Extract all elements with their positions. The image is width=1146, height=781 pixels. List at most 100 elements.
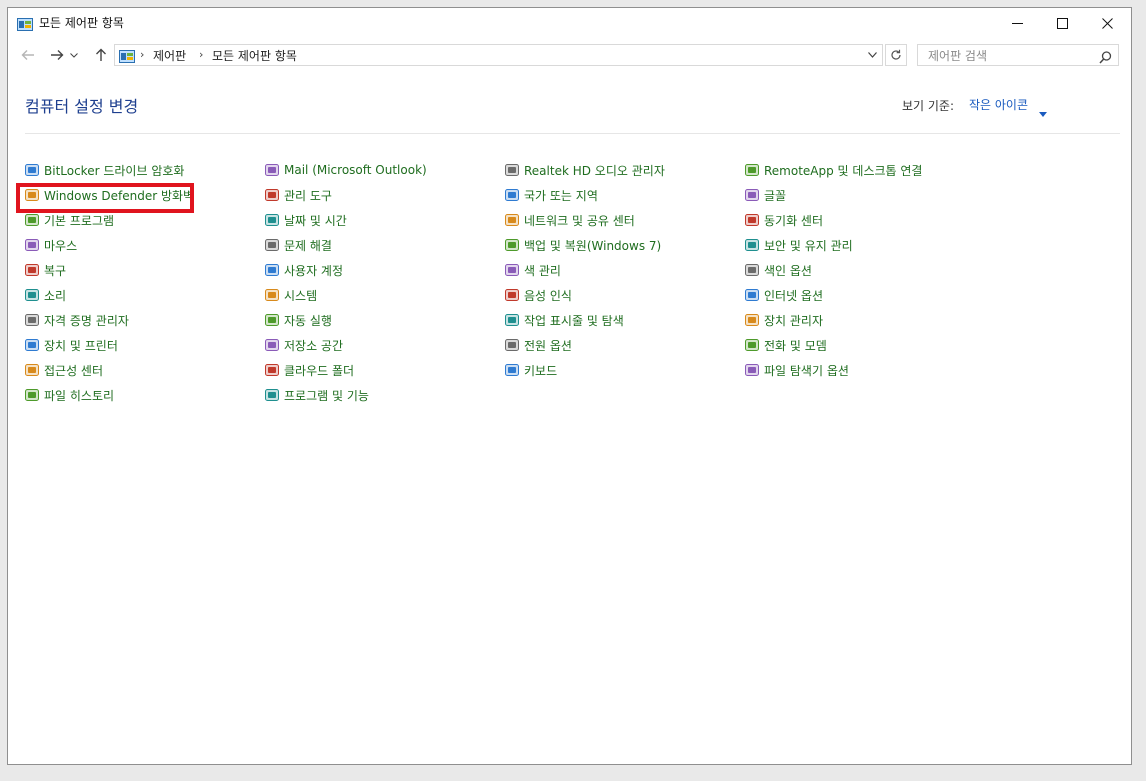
cp-item-network-sharing[interactable]: 네트워크 및 공유 센터 — [504, 210, 635, 230]
cp-item-label[interactable]: 장치 및 프린터 — [44, 337, 118, 354]
cp-item-label[interactable]: 날짜 및 시간 — [284, 212, 347, 229]
maximize-button[interactable] — [1040, 8, 1085, 38]
breadcrumb-all-items[interactable]: 모든 제어판 항목 — [212, 47, 297, 64]
cp-item-keyboard[interactable]: 키보드 — [504, 360, 557, 380]
cp-item-sound[interactable]: 소리 — [24, 285, 66, 305]
cp-item-label[interactable]: 네트워크 및 공유 센터 — [524, 212, 635, 229]
cp-item-backup-restore[interactable]: 백업 및 복원(Windows 7) — [504, 235, 661, 255]
cp-item-label[interactable]: 전원 옵션 — [524, 337, 572, 354]
search-placeholder[interactable]: 제어판 검색 — [928, 47, 987, 64]
control-panel-icon — [17, 16, 33, 31]
cp-item-region[interactable]: 국가 또는 지역 — [504, 185, 598, 205]
cp-item-autoplay[interactable]: 자동 실행 — [264, 310, 332, 330]
cp-item-label[interactable]: 작업 표시줄 및 탐색 — [524, 312, 624, 329]
cp-item-label[interactable]: 마우스 — [44, 237, 77, 254]
cp-item-label[interactable]: RemoteApp 및 데스크톱 연결 — [764, 162, 922, 179]
cp-item-realtek-audio[interactable]: Realtek HD 오디오 관리자 — [504, 160, 665, 180]
cp-item-label[interactable]: 자격 증명 관리자 — [44, 312, 129, 329]
breadcrumb-separator-icon[interactable]: › — [199, 48, 203, 61]
up-button[interactable] — [91, 45, 111, 65]
cp-item-user-accounts[interactable]: 사용자 계정 — [264, 260, 343, 280]
cp-item-phone-modem[interactable]: 전화 및 모뎀 — [744, 335, 827, 355]
cp-item-bitlocker[interactable]: BitLocker 드라이브 암호화 — [24, 160, 184, 180]
cp-item-security-maintenance[interactable]: 보안 및 유지 관리 — [744, 235, 853, 255]
minimize-button[interactable] — [995, 8, 1040, 38]
cp-item-label[interactable]: 동기화 센터 — [764, 212, 823, 229]
cp-item-indexing-options[interactable]: 색인 옵션 — [744, 260, 812, 280]
cp-item-remoteapp[interactable]: RemoteApp 및 데스크톱 연결 — [744, 160, 922, 180]
cp-item-label[interactable]: 저장소 공간 — [284, 337, 343, 354]
breadcrumb-separator-icon[interactable]: › — [140, 48, 144, 61]
cp-item-label[interactable]: 관리 도구 — [284, 187, 332, 204]
cp-item-label[interactable]: 소리 — [44, 287, 66, 304]
search-icon[interactable] — [1099, 49, 1112, 68]
cp-item-label[interactable]: 프로그램 및 기능 — [284, 387, 369, 404]
keyboard-icon — [504, 362, 520, 378]
cp-item-label[interactable]: 글꼴 — [764, 187, 786, 204]
cp-item-date-time[interactable]: 날짜 및 시간 — [264, 210, 347, 230]
cp-item-admin-tools[interactable]: 관리 도구 — [264, 185, 332, 205]
cp-item-internet-options[interactable]: 인터넷 옵션 — [744, 285, 823, 305]
cp-item-label[interactable]: 키보드 — [524, 362, 557, 379]
cp-item-label[interactable]: 보안 및 유지 관리 — [764, 237, 853, 254]
window-title: 모든 제어판 항목 — [39, 16, 124, 30]
recent-locations-button[interactable] — [68, 45, 80, 65]
cp-item-label[interactable]: 접근성 센터 — [44, 362, 103, 379]
cp-item-file-history[interactable]: 파일 히스토리 — [24, 385, 114, 405]
cp-item-label[interactable]: 파일 히스토리 — [44, 387, 114, 404]
cp-item-taskbar-navigation[interactable]: 작업 표시줄 및 탐색 — [504, 310, 624, 330]
cp-item-work-folders[interactable]: 클라우드 폴더 — [264, 360, 354, 380]
cp-item-label[interactable]: Mail (Microsoft Outlook) — [284, 163, 427, 177]
cp-item-label[interactable]: BitLocker 드라이브 암호화 — [44, 162, 184, 179]
refresh-button[interactable] — [885, 44, 907, 66]
cp-item-ease-of-access[interactable]: 접근성 센터 — [24, 360, 103, 380]
credential-manager-icon — [24, 312, 40, 328]
cp-item-label[interactable]: 복구 — [44, 262, 66, 279]
cp-item-system[interactable]: 시스템 — [264, 285, 317, 305]
cp-item-file-explorer-options[interactable]: 파일 탐색기 옵션 — [744, 360, 849, 380]
cp-item-label[interactable]: 백업 및 복원(Windows 7) — [524, 237, 661, 254]
cp-item-label[interactable]: 음성 인식 — [524, 287, 572, 304]
back-button[interactable] — [18, 45, 38, 65]
file-explorer-options-icon — [744, 362, 760, 378]
cp-item-troubleshooting[interactable]: 문제 해결 — [264, 235, 332, 255]
cp-item-credential-manager[interactable]: 자격 증명 관리자 — [24, 310, 129, 330]
cp-item-label[interactable]: 색인 옵션 — [764, 262, 812, 279]
cp-item-label[interactable]: 사용자 계정 — [284, 262, 343, 279]
address-bar[interactable]: › 제어판 › 모든 제어판 항목 — [114, 44, 883, 66]
view-by-dropdown[interactable]: 작은 아이콘 — [969, 96, 1028, 113]
cp-item-recovery[interactable]: 복구 — [24, 260, 66, 280]
cp-item-speech-recognition[interactable]: 음성 인식 — [504, 285, 572, 305]
cp-item-fonts[interactable]: 글꼴 — [744, 185, 786, 205]
cp-item-label[interactable]: 국가 또는 지역 — [524, 187, 598, 204]
cp-item-label[interactable]: 문제 해결 — [284, 237, 332, 254]
taskbar-navigation-icon — [504, 312, 520, 328]
cp-item-mouse[interactable]: 마우스 — [24, 235, 77, 255]
cp-item-label[interactable]: 파일 탐색기 옵션 — [764, 362, 849, 379]
cp-item-label[interactable]: 자동 실행 — [284, 312, 332, 329]
cp-item-devices-printers[interactable]: 장치 및 프린터 — [24, 335, 118, 355]
breadcrumb-control-panel[interactable]: 제어판 — [153, 47, 186, 64]
cp-item-label[interactable]: 클라우드 폴더 — [284, 362, 354, 379]
forward-button[interactable] — [47, 45, 67, 65]
cp-item-color-management[interactable]: 색 관리 — [504, 260, 561, 280]
address-dropdown-button[interactable] — [863, 45, 881, 65]
cp-item-label[interactable]: 시스템 — [284, 287, 317, 304]
cp-item-power-options[interactable]: 전원 옵션 — [504, 335, 572, 355]
cp-item-label[interactable]: 색 관리 — [524, 262, 561, 279]
search-box[interactable]: 제어판 검색 — [917, 44, 1119, 66]
cp-item-label[interactable]: 인터넷 옵션 — [764, 287, 823, 304]
cp-item-device-manager[interactable]: 장치 관리자 — [744, 310, 823, 330]
cp-item-mail[interactable]: Mail (Microsoft Outlook) — [264, 160, 427, 180]
close-button[interactable] — [1085, 8, 1130, 38]
cp-item-sync-center[interactable]: 동기화 센터 — [744, 210, 823, 230]
dropdown-arrow-icon[interactable] — [1039, 102, 1047, 121]
cp-item-storage-spaces[interactable]: 저장소 공간 — [264, 335, 343, 355]
title-bar[interactable]: 모든 제어판 항목 — [8, 8, 1131, 38]
cp-item-label[interactable]: 장치 관리자 — [764, 312, 823, 329]
cp-item-programs-features[interactable]: 프로그램 및 기능 — [264, 385, 369, 405]
cp-item-label[interactable]: 기본 프로그램 — [44, 212, 114, 229]
cp-item-label[interactable]: Realtek HD 오디오 관리자 — [524, 162, 665, 179]
cp-item-label[interactable]: 전화 및 모뎀 — [764, 337, 827, 354]
cp-item-default-programs[interactable]: 기본 프로그램 — [24, 210, 114, 230]
